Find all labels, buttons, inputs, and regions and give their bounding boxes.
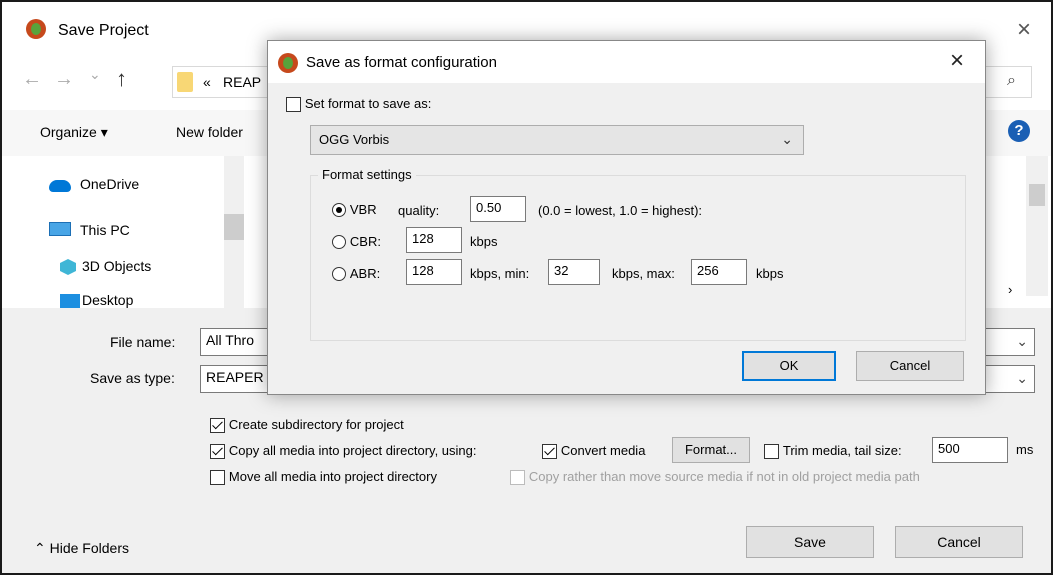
format-settings-label: Format settings	[318, 167, 416, 182]
abr-label: ABR:	[349, 266, 381, 281]
set-format-option[interactable]: Set format to save as:	[286, 95, 431, 112]
help-icon[interactable]: ?	[1008, 120, 1030, 142]
cbr-unit: kbps	[470, 234, 498, 249]
format-config-title-bar: Save as format configuration ×	[268, 41, 985, 83]
cbr-input[interactable]: 128	[406, 227, 462, 253]
move-media-label: Move all media into project directory	[228, 469, 437, 484]
abr-option[interactable]: ABR:	[332, 265, 381, 282]
abr-min-label: kbps, min:	[470, 266, 530, 281]
file-name-label: File name:	[110, 334, 176, 350]
vbr-option[interactable]: VBR	[332, 201, 377, 218]
create-subdir-checkbox[interactable]	[210, 417, 225, 433]
cube-icon	[60, 259, 76, 275]
address-path: REAP	[223, 74, 262, 90]
search-icon: ⌕	[1007, 72, 1016, 89]
create-subdir-label: Create subdirectory for project	[228, 417, 404, 432]
copy-rather-checkbox	[510, 469, 525, 485]
chevron-down-icon[interactable]: ⌄	[1016, 370, 1028, 387]
trim-tail-input[interactable]: 500	[932, 437, 1008, 463]
reaper-logo-icon	[26, 19, 46, 39]
cancel-button[interactable]: Cancel	[895, 526, 1023, 558]
scroll-right-icon[interactable]: ›	[1008, 282, 1012, 297]
format-select[interactable]: OGG Vorbis ⌄	[310, 125, 804, 155]
vbr-label: VBR	[349, 202, 377, 217]
up-folder-icon[interactable]: ↑	[116, 66, 127, 92]
chevron-up-icon: ⌃	[34, 540, 46, 556]
cbr-option[interactable]: CBR:	[332, 233, 381, 250]
search-box[interactable]: ⌕	[984, 66, 1032, 98]
trim-unit-label: ms	[1016, 442, 1034, 457]
create-subdir-option[interactable]: Create subdirectory for project	[210, 416, 404, 433]
trim-media-label: Trim media, tail size:	[782, 443, 902, 458]
convert-media-label: Convert media	[560, 443, 646, 458]
sidebar-scrollbar[interactable]	[224, 156, 244, 308]
path-prefix: «	[203, 74, 211, 90]
format-select-value: OGG Vorbis	[319, 132, 390, 147]
cbr-label: CBR:	[349, 234, 381, 249]
convert-media-checkbox[interactable]	[542, 443, 557, 459]
trim-media-checkbox[interactable]	[764, 443, 779, 459]
save-type-label: Save as type:	[90, 370, 175, 386]
abr-max-label: kbps, max:	[612, 266, 675, 281]
file-list-scroll-thumb[interactable]	[1029, 184, 1045, 206]
format-config-dialog: Save as format configuration × Set forma…	[267, 40, 986, 395]
back-icon[interactable]: ←	[22, 68, 42, 91]
chevron-down-icon[interactable]: ⌄	[781, 131, 793, 148]
folder-icon	[177, 72, 193, 92]
move-media-option[interactable]: Move all media into project directory	[210, 468, 437, 485]
recent-locations-icon[interactable]: ⌄	[89, 66, 101, 83]
organize-menu[interactable]: Organize ▾	[40, 124, 108, 141]
move-media-checkbox[interactable]	[210, 469, 225, 485]
set-format-checkbox[interactable]	[286, 96, 301, 112]
close-icon[interactable]: ×	[1017, 16, 1031, 44]
format-button[interactable]: Format...	[672, 437, 750, 463]
abr-max-input[interactable]: 256	[691, 259, 747, 285]
quality-hint: (0.0 = lowest, 1.0 = highest):	[538, 203, 703, 218]
chevron-down-icon[interactable]: ⌄	[1016, 333, 1028, 350]
hide-folders-label: Hide Folders	[49, 540, 129, 556]
trim-media-option[interactable]: Trim media, tail size:	[764, 442, 902, 459]
sidebar-item-desktop[interactable]: Desktop	[82, 292, 133, 308]
dialog-title: Save Project	[58, 22, 149, 39]
format-settings-group	[310, 175, 966, 341]
forward-icon[interactable]: →	[54, 68, 74, 91]
sidebar-item-3d-objects[interactable]: 3D Objects	[82, 258, 151, 274]
sidebar-item-onedrive[interactable]: OneDrive	[80, 176, 139, 192]
sidebar-scroll-thumb[interactable]	[224, 214, 244, 240]
abr-input[interactable]: 128	[406, 259, 462, 285]
abr-max-unit: kbps	[756, 266, 784, 281]
file-name-value: All Thro	[206, 332, 254, 348]
copy-media-label: Copy all media into project directory, u…	[228, 443, 477, 458]
sidebar-item-this-pc[interactable]: This PC	[80, 222, 130, 238]
format-config-title: Save as format configuration	[306, 54, 497, 71]
copy-media-checkbox[interactable]	[210, 443, 225, 459]
quality-label: quality:	[398, 203, 440, 218]
abr-min-input[interactable]: 32	[548, 259, 600, 285]
address-bar[interactable]: « REAP	[172, 66, 272, 98]
hide-folders-button[interactable]: ⌃ Hide Folders	[34, 540, 129, 557]
close-icon[interactable]: ×	[950, 47, 964, 75]
modal-cancel-button[interactable]: Cancel	[856, 351, 964, 381]
desktop-icon	[60, 294, 80, 308]
abr-radio[interactable]	[332, 267, 346, 282]
reaper-logo-icon	[278, 53, 298, 73]
convert-media-option[interactable]: Convert media	[542, 442, 645, 459]
copy-media-option[interactable]: Copy all media into project directory, u…	[210, 442, 477, 459]
new-folder-button[interactable]: New folder	[176, 124, 243, 140]
computer-icon	[49, 222, 71, 236]
save-project-dialog: Save Project × ← → ⌄ ↑ « REAP ⌕ Organize…	[0, 0, 1053, 575]
set-format-label: Set format to save as:	[304, 96, 432, 111]
ok-button[interactable]: OK	[742, 351, 836, 381]
cbr-radio[interactable]	[332, 235, 346, 250]
copy-rather-option: Copy rather than move source media if no…	[510, 468, 920, 485]
quality-input[interactable]: 0.50	[470, 196, 526, 222]
navigation-pane: OneDrive This PC 3D Objects Desktop	[2, 156, 252, 308]
vbr-radio[interactable]	[332, 203, 346, 218]
file-list-scrollbar[interactable]	[1026, 156, 1048, 296]
copy-rather-label: Copy rather than move source media if no…	[528, 469, 920, 484]
save-type-value: REAPER	[206, 369, 264, 385]
cloud-icon	[49, 180, 71, 192]
save-button[interactable]: Save	[746, 526, 874, 558]
